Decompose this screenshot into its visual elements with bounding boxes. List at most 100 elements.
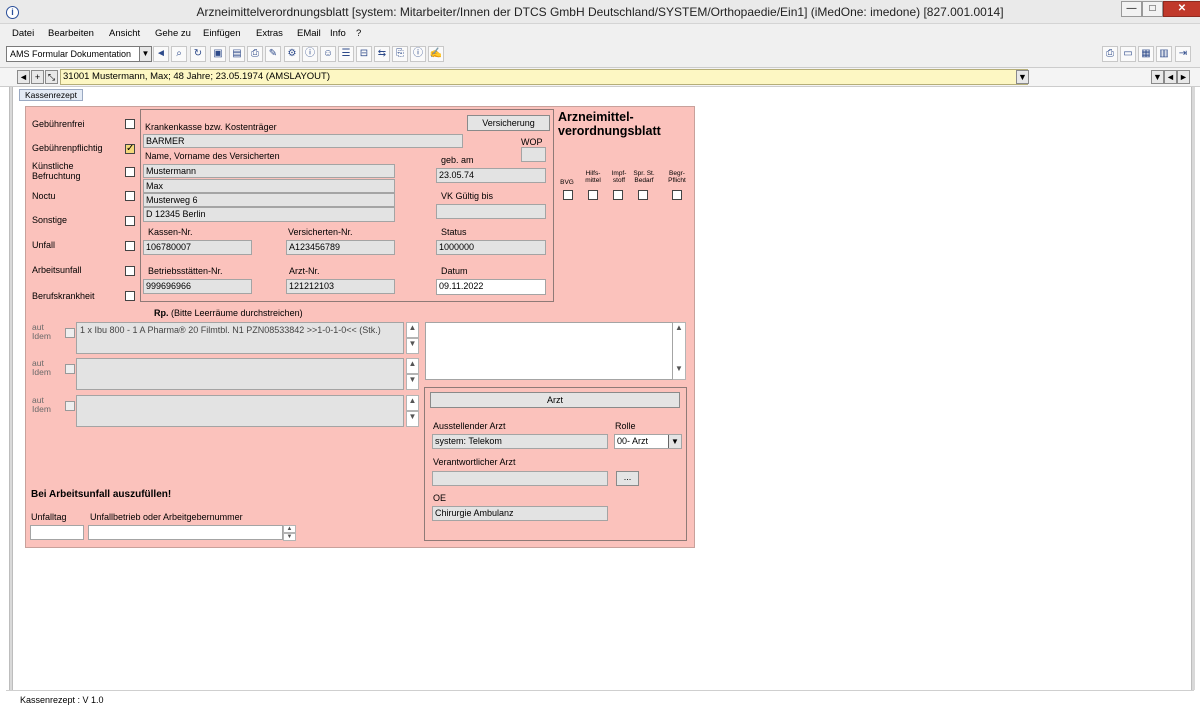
notes-scroll-up-icon[interactable]: ▲ [673,323,685,332]
gebuehrenpflichtig-checkbox[interactable]: ✓ [125,144,135,154]
chevron-down-icon[interactable]: ▼ [668,435,681,448]
firstname-field[interactable]: Max [143,179,395,193]
flag-sprst-checkbox[interactable] [638,190,648,200]
notes-scrollbar[interactable]: ▲ ▼ [673,322,686,380]
menu-email[interactable]: EMail [297,28,321,39]
sign-icon[interactable]: ✍ [428,46,444,62]
left-splitter[interactable] [9,87,13,690]
datum-field[interactable]: 09.11.2022 [436,279,546,295]
flag-bvg-checkbox[interactable] [563,190,573,200]
rx-line-3-scroll-down[interactable]: ▼ [406,411,419,427]
bsnr-field[interactable]: 999696966 [143,279,252,294]
edit-icon[interactable]: ✎ [265,46,281,62]
gebuehrenfrei-checkbox[interactable] [125,119,135,129]
aut-idem-checkbox-1[interactable] [65,328,75,338]
maximize-button[interactable]: □ [1142,1,1163,17]
menu-gehe-zu[interactable]: Gehe zu [155,28,191,39]
chevron-down-icon[interactable]: ▼ [139,47,151,61]
arbeitsunfall-checkbox[interactable] [125,266,135,276]
street-field[interactable]: Musterweg 6 [143,193,395,207]
kassennr-field[interactable]: 106780007 [143,240,252,255]
printer-icon[interactable]: ⎙ [1102,46,1118,62]
sonstige-checkbox[interactable] [125,216,135,226]
kuenstliche-befruchtung-checkbox[interactable] [125,167,135,177]
print-icon[interactable]: ⎙ [247,46,263,62]
patient-field[interactable]: 31001 Mustermann, Max; 48 Jahre; 23.05.1… [60,69,1028,85]
rx-line-1-scroll-down[interactable]: ▼ [406,338,419,354]
add-icon[interactable]: + [31,70,44,84]
filter-icon[interactable]: ⊟ [356,46,372,62]
city-field[interactable]: D 12345 Berlin [143,207,395,222]
notes-icon[interactable]: ▥ [1156,46,1172,62]
back-icon[interactable]: ◄ [17,70,30,84]
unfalltag-field[interactable] [30,525,84,540]
list-icon[interactable]: ☰ [338,46,354,62]
status-field[interactable]: 1000000 [436,240,546,255]
people-icon[interactable]: ☺ [320,46,336,62]
patient-dropdown-icon[interactable]: ▼ [1016,70,1029,84]
right-splitter[interactable] [1191,87,1195,690]
notes-scroll-down-icon[interactable]: ▼ [673,364,685,373]
window-icon[interactable]: ▭ [1120,46,1136,62]
rx-line-1[interactable]: 1 x Ibu 800 - 1 A Pharma® 20 Filmtbl. N1… [76,322,404,354]
unfallbetrieb-field[interactable] [88,525,283,540]
lastname-field[interactable]: Mustermann [143,164,395,178]
rx-line-3-scroll-up[interactable]: ▲ [406,395,419,411]
menu-extras[interactable]: Extras [256,28,283,39]
info-icon[interactable]: ⓘ [302,46,318,62]
flag-begrpflicht-checkbox[interactable] [672,190,682,200]
rolle-select[interactable]: 00- Arzt ▼ [614,434,682,449]
rx-line-2-scroll-down[interactable]: ▼ [406,374,419,390]
verantwortlich-field[interactable] [432,471,608,486]
menu-ansicht[interactable]: Ansicht [109,28,140,39]
aut-idem-checkbox-2[interactable] [65,364,75,374]
unfallbetrieb-scroll-up[interactable]: ▲ [283,525,296,533]
rx-line-2-scroll-up[interactable]: ▲ [406,358,419,374]
close-button[interactable]: ✕ [1163,1,1200,17]
details-icon[interactable]: ⓘ [410,46,426,62]
expand-icon[interactable]: ⤡ [45,70,58,84]
aussteller-field[interactable]: system: Telekom [432,434,608,449]
search-icon[interactable]: ⌕ [171,46,187,62]
rx-line-1-scroll-up[interactable]: ▲ [406,322,419,338]
send-icon[interactable]: ◄ [153,46,169,62]
menu-bearbeiten[interactable]: Bearbeiten [48,28,94,39]
aut-idem-checkbox-3[interactable] [65,401,75,411]
arztnr-field[interactable]: 121212103 [286,279,395,294]
minimize-button[interactable]: — [1121,1,1142,17]
noctu-checkbox[interactable] [125,191,135,201]
nav-dropdown-icon[interactable]: ▼ [1151,70,1164,84]
notes-textarea[interactable] [425,322,673,380]
berufskrankheit-checkbox[interactable] [125,291,135,301]
geb-field[interactable]: 23.05.74 [436,168,546,183]
save-icon[interactable]: ▣ [210,46,226,62]
tab-kassenrezept[interactable]: Kassenrezept [19,89,83,101]
document-icon[interactable]: ▤ [229,46,245,62]
menu-help[interactable]: ? [356,28,361,39]
versicherung-button[interactable]: Versicherung [467,115,550,131]
settings-icon[interactable]: ⚙ [284,46,300,62]
sync-icon[interactable]: ⇆ [374,46,390,62]
flag-impfstoff-checkbox[interactable] [613,190,623,200]
oe-field[interactable]: Chirurgie Ambulanz [432,506,608,521]
menu-datei[interactable]: Datei [12,28,34,39]
nav-prev-icon[interactable]: ◄ [1164,70,1177,84]
refresh-icon[interactable]: ↻ [190,46,206,62]
rx-line-2[interactable] [76,358,404,390]
kasse-field[interactable]: BARMER [143,134,463,148]
unfall-checkbox[interactable] [125,241,135,251]
unfallbetrieb-scroll-down[interactable]: ▼ [283,533,296,541]
attach-icon[interactable]: ⎘ [392,46,408,62]
menu-info[interactable]: Info [330,28,346,39]
menu-einfuegen[interactable]: Einfügen [203,28,241,39]
wop-field[interactable] [521,147,546,162]
form-select-combo[interactable]: AMS Formular Dokumentation ▼ [6,46,152,62]
nav-next-icon[interactable]: ► [1177,70,1190,84]
rx-line-3[interactable] [76,395,404,427]
versnr-field[interactable]: A123456789 [286,240,395,255]
exit-icon[interactable]: ⇥ [1175,46,1191,62]
arzt-button[interactable]: Arzt [430,392,680,408]
flag-hilfsmittel-checkbox[interactable] [588,190,598,200]
verantwortlich-browse-button[interactable]: ... [616,471,639,486]
vk-field[interactable] [436,204,546,219]
